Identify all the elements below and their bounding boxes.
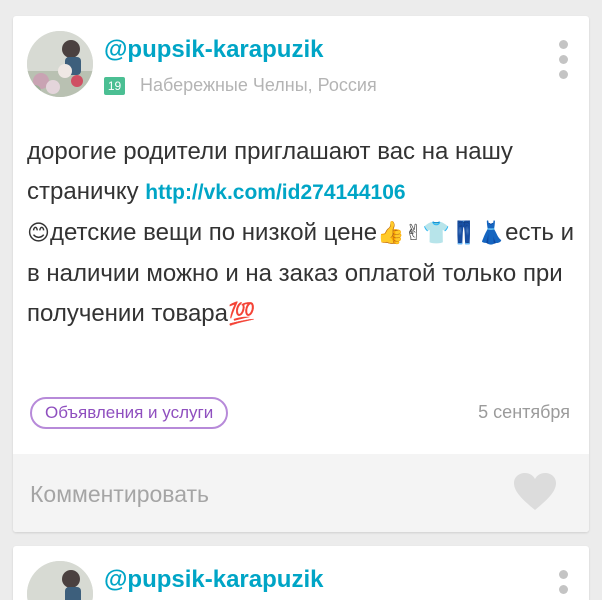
avatar[interactable]	[27, 31, 93, 97]
username-link[interactable]: @pupsik-karapuzik	[104, 566, 323, 594]
avatar[interactable]	[27, 561, 93, 600]
post-card: @pupsik-karapuzik 19 Набережные Челны, Р…	[13, 16, 589, 532]
comment-button[interactable]: Комментировать	[30, 481, 209, 508]
hundred-emoji: 💯	[228, 302, 256, 327]
post-date: 5 сентября	[478, 402, 570, 422]
comment-bar: Комментировать	[13, 454, 589, 532]
heart-icon[interactable]	[513, 472, 557, 512]
age-badge: 19	[104, 77, 125, 95]
username-link[interactable]: @pupsik-karapuzik	[104, 36, 323, 64]
clothing-emojis: 👍✌👕👖👗	[377, 221, 506, 246]
category-tag[interactable]: Объявления и услуги	[30, 397, 229, 429]
more-vertical-icon[interactable]	[549, 38, 577, 82]
feed: @pupsik-karapuzik 19 Набережные Челны, Р…	[0, 0, 602, 600]
smile-emoji: 😊	[27, 221, 50, 246]
more-vertical-icon[interactable]	[549, 568, 577, 600]
post-link[interactable]: http://vk.com/id274144106	[145, 181, 405, 204]
post-body: дорогие родители приглашают вас на нашу …	[27, 132, 583, 335]
post-text-part: детские вещи по низкой цене	[49, 219, 378, 246]
post-card: @pupsik-karapuzik	[13, 546, 589, 600]
location-text: Набережные Челны, Россия	[140, 75, 377, 95]
